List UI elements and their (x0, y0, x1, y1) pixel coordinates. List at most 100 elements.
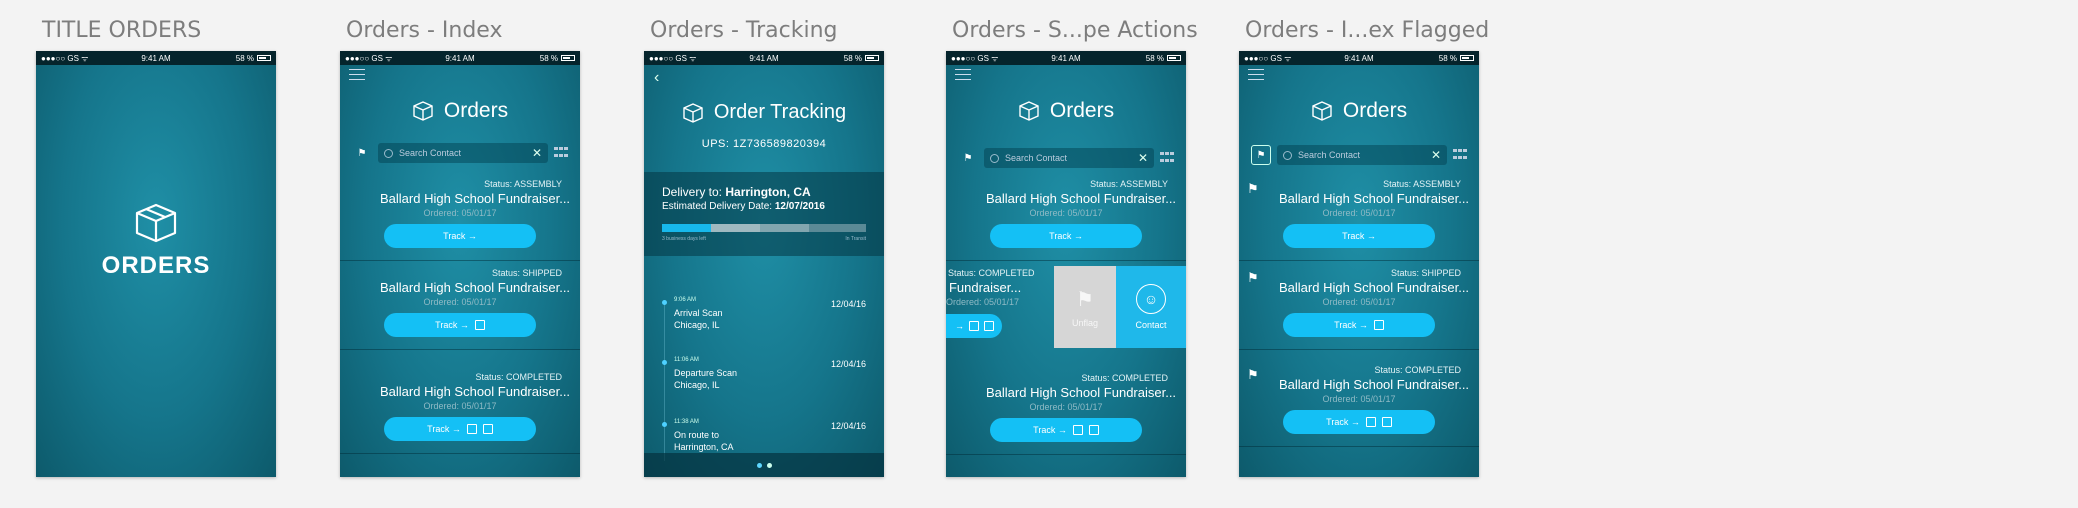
menu-icon[interactable] (955, 69, 971, 81)
flag-filter-button[interactable]: ⚑ (352, 143, 372, 163)
event-title: Departure Scan (674, 368, 738, 378)
order-row[interactable]: ⚑ Status: COMPLETED Ballard High School … (1239, 361, 1479, 447)
menu-icon[interactable] (349, 69, 365, 81)
track-button[interactable]: Track → (1283, 313, 1435, 337)
splash-screen: ●●●○○ GS ᯤ 9:41 AM 58 % ORDERS (36, 51, 276, 477)
clear-icon[interactable]: ✕ (532, 146, 542, 160)
track-button[interactable]: Track → (1283, 224, 1435, 248)
page-dot[interactable] (766, 462, 772, 468)
order-row[interactable]: Status: ASSEMBLY Ballard High School Fun… (340, 175, 580, 261)
progress-segment (808, 224, 866, 232)
search-placeholder: Search Contact (1005, 153, 1068, 163)
unflag-action-button[interactable]: ⚑ Unflag (1054, 266, 1116, 348)
order-status: Status: COMPLETED (948, 268, 1035, 278)
order-row[interactable]: Status: SHIPPED Ballard High School Fund… (340, 264, 580, 350)
flag-filter-button[interactable]: ⚑ (958, 148, 978, 168)
clear-icon[interactable]: ✕ (1138, 151, 1148, 165)
track-button[interactable]: Track → (990, 224, 1142, 248)
filter-icon[interactable] (1160, 152, 1174, 164)
order-status: Status: COMPLETED (1374, 365, 1461, 375)
delivery-panel: Delivery to: Harrington, CA Estimated De… (644, 172, 884, 256)
clear-icon[interactable]: ✕ (1431, 148, 1441, 162)
order-name: Ballard High School Fundraiser... (380, 384, 571, 399)
board-title-title-orders: TITLE ORDERS (42, 18, 202, 43)
track-label: Track → (427, 424, 461, 434)
track-button[interactable]: Track → (384, 224, 536, 248)
event-date: 12/04/16 (830, 299, 866, 309)
splash-logo: ORDERS (36, 203, 276, 280)
order-date: Ordered: 05/01/17 (1322, 394, 1396, 404)
tracking-event: 9:06 AM Arrival Scan Chicago, IL 12/04/16 (662, 297, 866, 357)
event-date: 12/04/16 (830, 359, 866, 369)
package-icon (135, 203, 177, 243)
menu-icon[interactable] (1248, 69, 1264, 81)
package-icon (1072, 425, 1083, 435)
event-title: On route to (674, 430, 720, 440)
battery-icon (865, 55, 880, 61)
delivery-progress-bar (662, 224, 866, 232)
order-date: Ordered: 05/01/17 (423, 297, 497, 307)
search-placeholder: Search Contact (399, 148, 462, 158)
contact-label: Contact (1135, 320, 1167, 330)
battery-percent: 58 % (235, 53, 255, 63)
days-left: 3 business days left (662, 236, 706, 242)
order-name: Ballard High School Fundraiser... (380, 280, 571, 295)
order-date: Ordered: 05/01/17 (423, 208, 497, 218)
search-icon (384, 148, 393, 158)
unflag-label: Unflag (1071, 317, 1098, 328)
battery-percent: 58 % (1145, 53, 1165, 63)
battery-icon (1460, 55, 1475, 61)
timeline-dot (662, 422, 667, 427)
track-label: Track → (1326, 417, 1360, 427)
order-row[interactable]: Status: ASSEMBLY Ballard High School Fun… (946, 175, 1186, 261)
package-icon (1088, 425, 1099, 435)
search-input[interactable]: Search Contact ✕ (1277, 145, 1447, 165)
track-button[interactable]: Track → (1283, 410, 1435, 434)
order-name: Ballard High School Fundraiser... (1279, 280, 1470, 295)
board-title-orders-swipe-actions: Orders - S...pe Actions (952, 18, 1198, 43)
track-button[interactable]: → (946, 314, 1002, 338)
flag-icon: ⚑ (1247, 181, 1259, 196)
order-name: Ballard High School Fundraiser... (986, 191, 1177, 206)
order-row[interactable]: ⚑ Status: SHIPPED Ballard High School Fu… (1239, 264, 1479, 350)
flag-filter-button[interactable]: ⚑ (1251, 145, 1271, 165)
filter-icon[interactable] (1453, 149, 1467, 161)
package-icon (1312, 101, 1332, 121)
back-chevron-icon[interactable]: ‹ (654, 69, 659, 87)
track-button[interactable]: Track → (990, 418, 1142, 442)
battery-icon (257, 55, 272, 61)
event-location: Chicago, IL (674, 320, 720, 330)
event-time: 11:06 AM (674, 357, 699, 363)
package-icon (984, 321, 994, 331)
package-icon (969, 321, 979, 331)
search-input[interactable]: Search Contact ✕ (984, 148, 1154, 168)
page-indicator[interactable] (644, 453, 884, 477)
track-button[interactable]: Track → (384, 313, 536, 337)
carrier-label: ●●●○○ GS ᯤ (345, 53, 393, 63)
order-name: Ballard High School Fundraiser... (1279, 191, 1470, 206)
tracking-number: UPS: 1Z736589820394 (701, 138, 827, 150)
eta-prefix: Estimated Delivery Date: (662, 201, 773, 212)
order-name: ool Fundraiser... (946, 280, 1022, 295)
carrier-label: ●●●○○ GS ᯤ (649, 53, 697, 63)
package-icon (1373, 320, 1384, 330)
order-row[interactable]: ⚑ Status: ASSEMBLY Ballard High School F… (1239, 175, 1479, 261)
filter-icon[interactable] (554, 147, 568, 159)
search-icon (990, 153, 999, 163)
search-input[interactable]: Search Contact ✕ (378, 143, 548, 163)
flag-icon: ⚑ (1256, 149, 1266, 161)
order-name: Ballard High School Fundraiser... (1279, 377, 1470, 392)
person-icon: ☺ (1136, 284, 1166, 314)
orders-index-flagged-screen: ●●●○○ GS ᯤ 9:41 AM 58 % Orders ⚑ Search … (1239, 51, 1479, 477)
status-bar: ●●●○○ GS ᯤ 9:41 AM 58 % (340, 51, 580, 65)
orders-swipe-actions-screen: ●●●○○ GS ᯤ 9:41 AM 58 % Orders ⚑ Search … (946, 51, 1186, 477)
track-button[interactable]: Track → (384, 417, 536, 441)
order-row[interactable]: Status: COMPLETED Ballard High School Fu… (340, 368, 580, 454)
event-date: 12/04/16 (830, 421, 866, 431)
battery-percent: 58 % (539, 53, 559, 63)
page-dot[interactable] (756, 462, 762, 468)
event-time: 9:06 AM (674, 297, 697, 303)
contact-action-button[interactable]: ☺ Contact (1116, 266, 1186, 348)
search-placeholder: Search Contact (1298, 150, 1361, 160)
order-row[interactable]: Status: COMPLETED Ballard High School Fu… (946, 369, 1186, 455)
